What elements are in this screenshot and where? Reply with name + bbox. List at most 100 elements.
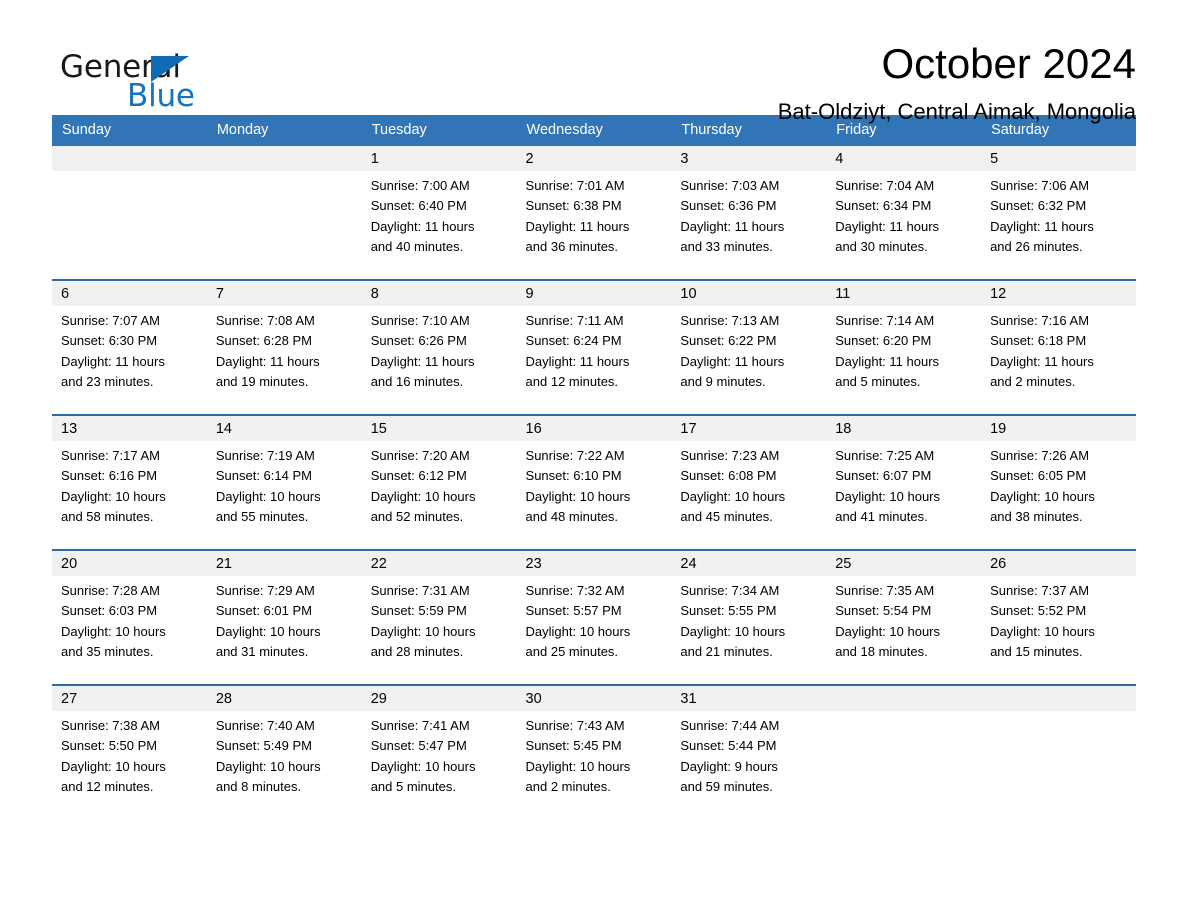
sunrise-text: Sunrise: 7:44 AM — [680, 718, 780, 733]
day-details: Sunrise: 7:35 AM Sunset: 5:54 PM Daylight:… — [826, 576, 981, 662]
day-cell-inner: 7 Sunrise: 7:08 AM Sunset: 6:28 PM Daylight… — [206, 281, 362, 414]
sunrise-text: Sunrise: 7:32 AM — [525, 583, 625, 598]
sunrise-text: Sunrise: 7:23 AM — [680, 448, 780, 463]
day-details: Sunrise: 7:16 AM Sunset: 6:18 PM Daylight:… — [981, 306, 1136, 392]
sunrise-text: Sunrise: 7:20 AM — [370, 448, 470, 463]
daylight-text-line1: Daylight: 11 hours — [990, 218, 1094, 234]
calendar-day-cell[interactable]: 7 Sunrise: 7:08 AM Sunset: 6:28 PM Daylight… — [206, 279, 362, 415]
calendar-day-cell[interactable]: 19 Sunrise: 7:26 AM Sunset: 6:05 PM Dayligh… — [981, 414, 1136, 550]
day-details: Sunrise: 7:25 AM Sunset: 6:07 PM Daylight:… — [826, 441, 981, 527]
title-block: October 2024 Bat-Oldziyt, Central Aimak,… — [778, 40, 1136, 125]
day-details: Sunrise: 7:03 AM Sunset: 6:36 PM Daylight:… — [671, 171, 826, 257]
sunrise-text: Sunrise: 7:14 AM — [835, 313, 935, 328]
day-number: 27 — [52, 686, 207, 711]
day-cell-inner: 1 Sunrise: 7:00 AM Sunset: 6:40 PM Daylight… — [361, 146, 517, 279]
page-header: General Blue October 2024 Bat-Oldziyt, C… — [52, 0, 1136, 124]
day-number: 21 — [206, 551, 362, 576]
calendar-day-cell[interactable]: 10 Sunrise: 7:13 AM Sunset: 6:22 PM Dayligh… — [671, 279, 827, 415]
day-number — [981, 686, 1136, 711]
location-subtitle: Bat-Oldziyt, Central Aimak, Mongolia — [777, 99, 1136, 125]
calendar-day-cell[interactable]: 2 Sunrise: 7:01 AM Sunset: 6:38 PM Daylight… — [516, 146, 672, 280]
calendar-body: 1 Sunrise: 7:00 AM Sunset: 6:40 PM Daylight… — [52, 146, 1136, 819]
sunrise-text: Sunrise: 7:35 AM — [835, 583, 935, 598]
calendar-day-cell[interactable]: 8 Sunrise: 7:10 AM Sunset: 6:26 PM Daylight… — [361, 279, 517, 415]
calendar-day-cell[interactable]: 15 Sunrise: 7:20 AM Sunset: 6:12 PM Dayligh… — [361, 414, 517, 550]
calendar-day-cell[interactable]: 1 Sunrise: 7:00 AM Sunset: 6:40 PM Daylight… — [361, 146, 517, 280]
calendar-day-cell[interactable]: 25 Sunrise: 7:35 AM Sunset: 5:54 PM Dayligh… — [826, 549, 982, 685]
day-number: 19 — [981, 416, 1136, 441]
calendar-day-cell[interactable]: 29 Sunrise: 7:41 AM Sunset: 5:47 PM Dayligh… — [361, 684, 517, 819]
daylight-text-line1: Daylight: 11 hours — [61, 353, 165, 369]
day-cell-inner — [826, 686, 982, 819]
sunrise-text: Sunrise: 7:00 AM — [370, 178, 470, 193]
day-details: Sunrise: 7:19 AM Sunset: 6:14 PM Daylight:… — [207, 441, 362, 527]
daylight-text-line1: Daylight: 10 hours — [215, 758, 321, 774]
day-cell-inner: 14 Sunrise: 7:19 AM Sunset: 6:14 PM Dayligh… — [206, 416, 362, 549]
calendar-day-cell[interactable]: 16 Sunrise: 7:22 AM Sunset: 6:10 PM Dayligh… — [516, 414, 672, 550]
sunrise-text: Sunrise: 7:03 AM — [680, 178, 780, 193]
daylight-text-line1: Daylight: 10 hours — [990, 623, 1095, 639]
day-number: 26 — [981, 551, 1136, 576]
daylight-text-line1: Daylight: 10 hours — [680, 623, 786, 639]
sunrise-text: Sunrise: 7:34 AM — [680, 583, 780, 598]
calendar-day-cell[interactable]: 11 Sunrise: 7:14 AM Sunset: 6:20 PM Dayligh… — [826, 279, 982, 415]
calendar-day-cell[interactable]: 3 Sunrise: 7:03 AM Sunset: 6:36 PM Daylight… — [671, 146, 827, 280]
calendar-day-cell[interactable]: 13 Sunrise: 7:17 AM Sunset: 6:16 PM Dayligh… — [52, 414, 207, 550]
daylight-text-line1: Daylight: 10 hours — [370, 623, 476, 639]
day-details: Sunrise: 7:17 AM Sunset: 6:16 PM Daylight:… — [52, 441, 207, 527]
calendar-day-cell[interactable]: 24 Sunrise: 7:34 AM Sunset: 5:55 PM Dayligh… — [671, 549, 827, 685]
calendar-day-cell[interactable]: 21 Sunrise: 7:29 AM Sunset: 6:01 PM Dayligh… — [206, 549, 362, 685]
calendar-day-cell[interactable]: 6 Sunrise: 7:07 AM Sunset: 6:30 PM Daylight… — [52, 279, 207, 415]
sunset-text: Sunset: 6:10 PM — [525, 468, 622, 484]
calendar-day-cell[interactable]: 28 Sunrise: 7:40 AM Sunset: 5:49 PM Dayligh… — [206, 684, 362, 819]
day-details: Sunrise: 7:13 AM Sunset: 6:22 PM Daylight:… — [671, 306, 826, 392]
calendar-day-cell[interactable]: 31 Sunrise: 7:44 AM Sunset: 5:44 PM Dayligh… — [671, 684, 827, 819]
calendar-day-cell[interactable]: 23 Sunrise: 7:32 AM Sunset: 5:57 PM Dayligh… — [516, 549, 672, 685]
sunrise-text: Sunrise: 7:17 AM — [61, 448, 160, 463]
weekday-header-sunday: Sunday — [52, 115, 207, 146]
sunrise-text: Sunrise: 7:38 AM — [61, 718, 160, 733]
day-cell-inner — [206, 146, 362, 279]
calendar-day-cell[interactable]: 18 Sunrise: 7:25 AM Sunset: 6:07 PM Dayligh… — [826, 414, 982, 550]
day-number: 20 — [52, 551, 207, 576]
calendar-day-cell[interactable]: 4 Sunrise: 7:04 AM Sunset: 6:34 PM Daylight… — [826, 146, 982, 280]
day-cell-inner: 26 Sunrise: 7:37 AM Sunset: 5:52 PM Dayligh… — [981, 551, 1136, 684]
day-details: Sunrise: 7:20 AM Sunset: 6:12 PM Daylight:… — [362, 441, 517, 527]
day-number: 3 — [671, 146, 827, 171]
daylight-text-line2: and 52 minutes. — [370, 508, 464, 524]
calendar-day-cell[interactable]: 30 Sunrise: 7:43 AM Sunset: 5:45 PM Dayligh… — [516, 684, 672, 819]
day-number: 31 — [671, 686, 827, 711]
calendar-day-cell[interactable]: 14 Sunrise: 7:19 AM Sunset: 6:14 PM Dayligh… — [206, 414, 362, 550]
calendar-day-cell[interactable]: 17 Sunrise: 7:23 AM Sunset: 6:08 PM Dayligh… — [671, 414, 827, 550]
calendar-day-cell[interactable]: 9 Sunrise: 7:11 AM Sunset: 6:24 PM Daylight… — [516, 279, 672, 415]
daylight-text-line1: Daylight: 10 hours — [370, 488, 476, 504]
day-details: Sunrise: 7:41 AM Sunset: 5:47 PM Daylight:… — [362, 711, 517, 797]
day-details: Sunrise: 7:00 AM Sunset: 6:40 PM Daylight:… — [362, 171, 517, 257]
day-details: Sunrise: 7:07 AM Sunset: 6:30 PM Daylight:… — [52, 306, 207, 392]
calendar-day-cell[interactable]: 22 Sunrise: 7:31 AM Sunset: 5:59 PM Dayligh… — [361, 549, 517, 685]
calendar-day-cell[interactable]: 12 Sunrise: 7:16 AM Sunset: 6:18 PM Dayligh… — [981, 279, 1136, 415]
sunset-text: Sunset: 6:40 PM — [370, 198, 467, 214]
day-number — [826, 686, 982, 711]
daylight-text-line1: Daylight: 10 hours — [61, 623, 166, 639]
calendar-day-cell[interactable]: 20 Sunrise: 7:28 AM Sunset: 6:03 PM Dayligh… — [52, 549, 207, 685]
day-number: 1 — [361, 146, 517, 171]
calendar-day-cell[interactable]: 5 Sunrise: 7:06 AM Sunset: 6:32 PM Daylight… — [981, 146, 1136, 280]
day-cell-inner: 4 Sunrise: 7:04 AM Sunset: 6:34 PM Daylight… — [826, 146, 982, 279]
daylight-text-line1: Daylight: 10 hours — [525, 488, 631, 504]
sunset-text: Sunset: 6:03 PM — [61, 603, 158, 619]
daylight-text-line2: and 21 minutes. — [680, 643, 773, 659]
sunset-text: Sunset: 6:26 PM — [370, 333, 467, 349]
general-blue-logo[interactable]: General Blue — [52, 40, 252, 112]
daylight-text-line2: and 55 minutes. — [215, 508, 309, 524]
calendar-day-cell[interactable]: 26 Sunrise: 7:37 AM Sunset: 5:52 PM Dayligh… — [981, 549, 1136, 685]
day-details: Sunrise: 7:31 AM Sunset: 5:59 PM Daylight:… — [362, 576, 517, 662]
logo-text-blue: Blue — [127, 78, 195, 114]
calendar-day-cell[interactable]: 27 Sunrise: 7:38 AM Sunset: 5:50 PM Dayligh… — [52, 684, 207, 819]
day-number: 2 — [516, 146, 672, 171]
daylight-text-line1: Daylight: 10 hours — [835, 488, 940, 504]
sunrise-text: Sunrise: 7:13 AM — [680, 313, 780, 328]
daylight-text-line1: Daylight: 10 hours — [680, 488, 786, 504]
day-cell-inner: 19 Sunrise: 7:26 AM Sunset: 6:05 PM Dayligh… — [981, 416, 1136, 549]
daylight-text-line2: and 35 minutes. — [61, 643, 154, 659]
